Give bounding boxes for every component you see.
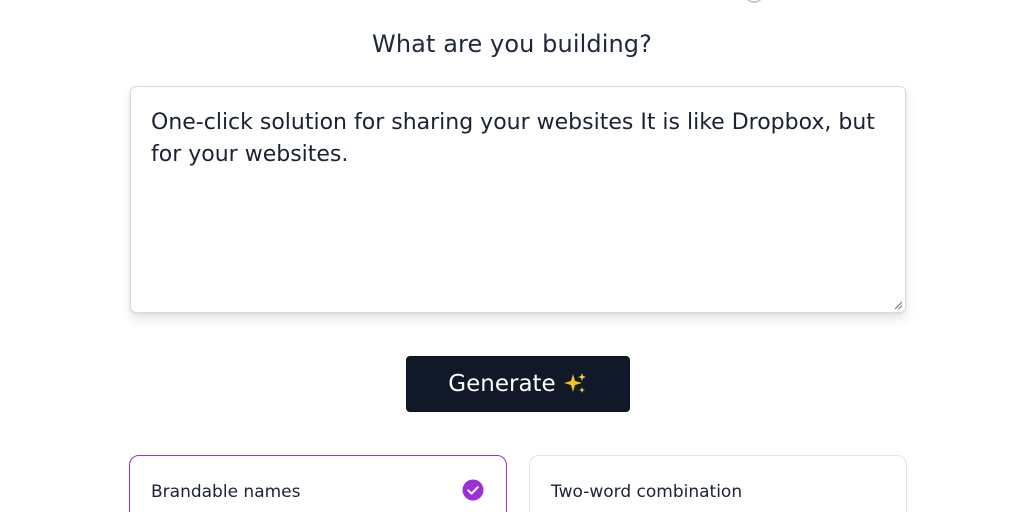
page: What are you building? Generate Brandabl… [0, 0, 1024, 512]
cropped-element [744, 0, 764, 3]
description-textarea[interactable] [131, 87, 905, 312]
option-label: Two-word combination [551, 482, 743, 502]
generate-button[interactable]: Generate [406, 356, 630, 412]
page-heading: What are you building? [372, 30, 652, 58]
generate-button-label: Generate [448, 371, 556, 397]
check-circle-icon [462, 479, 484, 501]
description-textarea-container [130, 86, 906, 313]
option-brandable-names[interactable]: Brandable names [129, 455, 507, 512]
option-two-word-combination[interactable]: Two-word combination [529, 455, 907, 512]
resize-handle-icon[interactable] [893, 300, 903, 310]
sparkles-icon [563, 373, 586, 393]
option-label: Brandable names [151, 482, 301, 502]
